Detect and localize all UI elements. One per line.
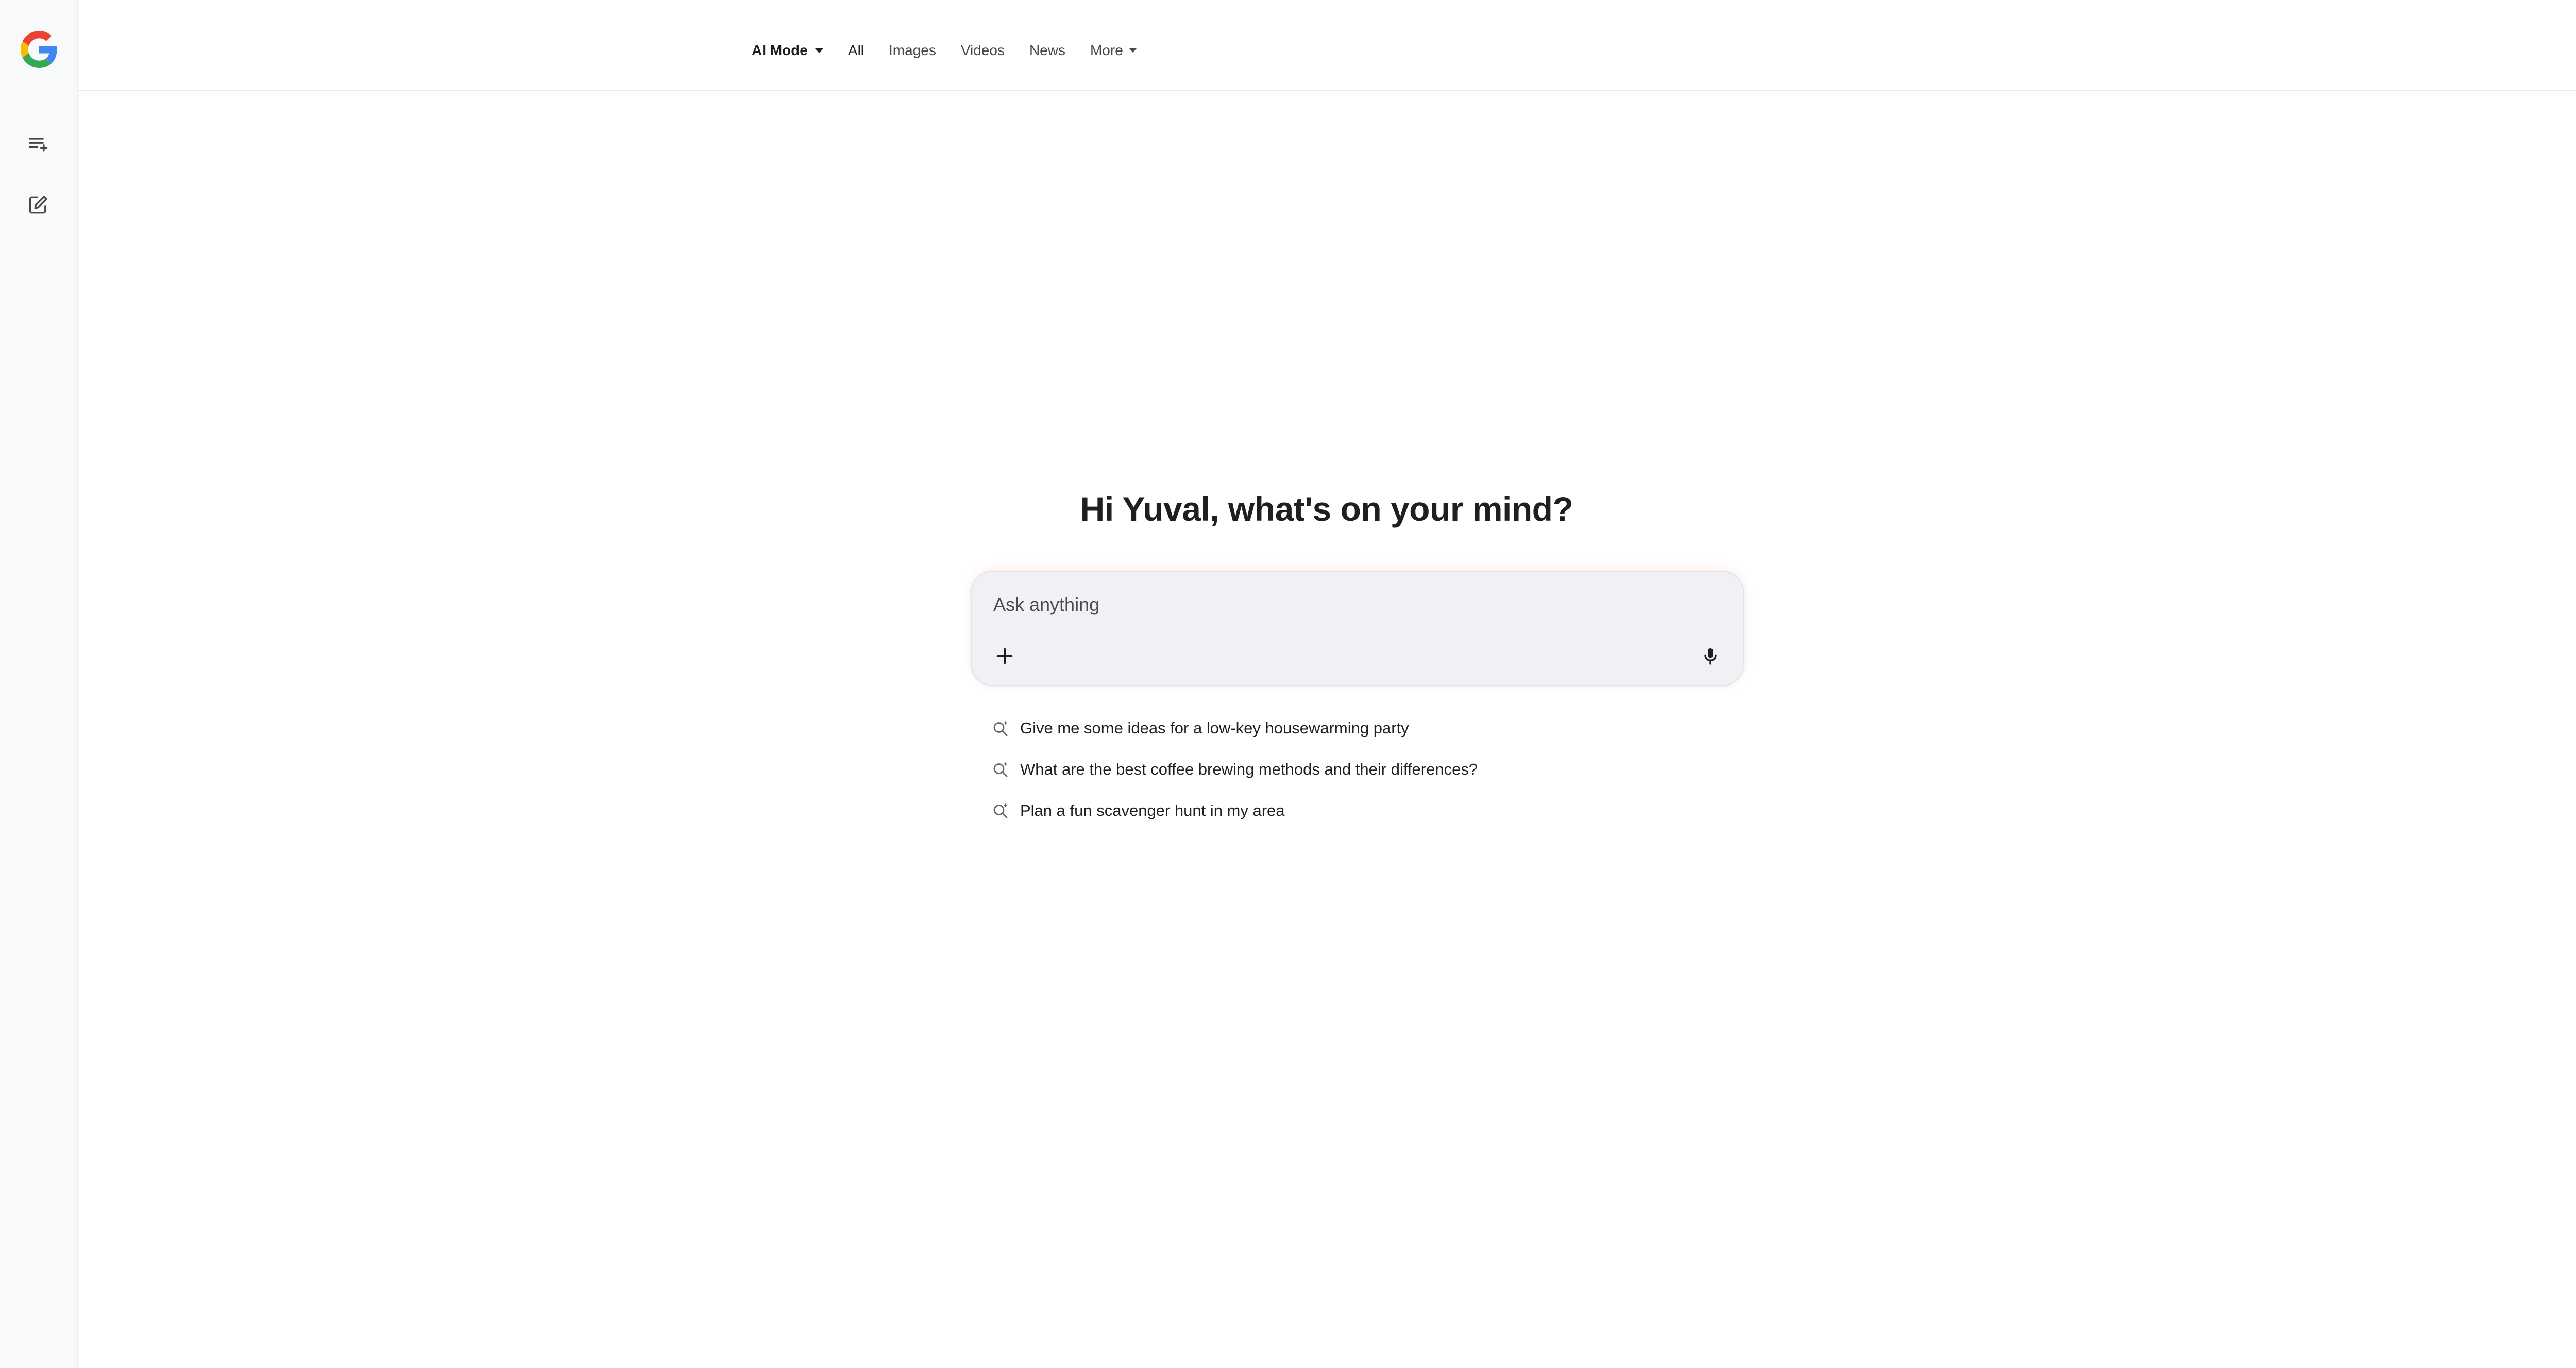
suggestion-item[interactable]: What are the best coffee brewing methods… <box>991 749 1478 790</box>
search-sparkle-icon <box>993 762 1008 777</box>
tab-more[interactable]: More <box>1090 39 1137 62</box>
tab-images[interactable]: Images <box>889 39 936 62</box>
tab-label: Images <box>889 42 936 58</box>
tab-label: Videos <box>960 42 1005 58</box>
suggestion-item[interactable]: Plan a fun scavenger hunt in my area <box>991 790 1478 831</box>
search-sparkle-icon <box>993 721 1008 736</box>
tab-news[interactable]: News <box>1029 39 1065 62</box>
tab-label: All <box>848 42 865 58</box>
tab-label: AI Mode <box>752 42 808 58</box>
tab-label: News <box>1029 42 1065 58</box>
new-chat-icon[interactable] <box>24 191 53 219</box>
ask-input[interactable] <box>992 589 1703 620</box>
suggestion-text: Plan a fun scavenger hunt in my area <box>1020 801 1285 819</box>
tab-all[interactable]: All <box>848 39 864 62</box>
google-logo-icon[interactable] <box>21 31 58 68</box>
top-bar: AI Mode All Images Videos News More <box>78 0 2576 91</box>
search-tabs: AI Mode All Images Videos News More <box>752 39 1161 62</box>
suggestion-text: What are the best coffee brewing methods… <box>1020 760 1478 778</box>
ask-box <box>971 571 1744 686</box>
search-sparkle-icon <box>993 803 1008 818</box>
greeting-heading: Hi Yuval, what's on your mind? <box>1080 490 1573 528</box>
left-rail <box>0 0 78 1368</box>
mic-icon[interactable] <box>1696 642 1725 671</box>
caret-down-icon <box>1129 48 1137 53</box>
suggestion-item[interactable]: Give me some ideas for a low-key housewa… <box>991 708 1478 749</box>
tab-label: More <box>1090 42 1123 58</box>
tab-videos[interactable]: Videos <box>961 39 1005 62</box>
plus-icon[interactable] <box>990 642 1019 671</box>
tab-ai-mode[interactable]: AI Mode <box>752 39 823 62</box>
history-list-icon[interactable] <box>24 130 53 159</box>
caret-down-icon <box>815 48 823 53</box>
suggestion-list: Give me some ideas for a low-key housewa… <box>991 708 1478 831</box>
suggestion-text: Give me some ideas for a low-key housewa… <box>1020 719 1409 737</box>
